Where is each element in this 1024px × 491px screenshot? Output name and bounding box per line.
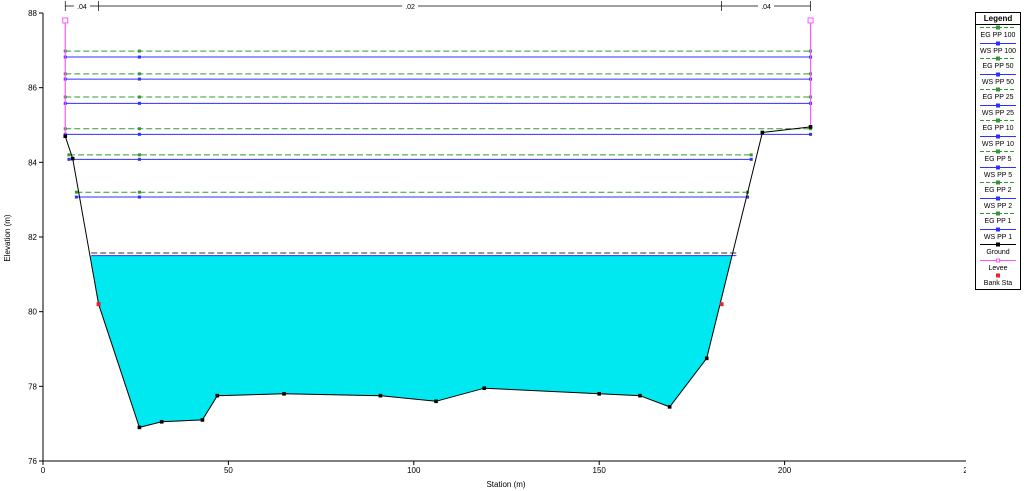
series-marker-eg-pp-5-0 [67,153,71,157]
legend-entry-eg-pp-2: EG PP 2 [976,180,1020,196]
ground-point-10 [482,386,487,390]
ground-point-9 [434,399,438,404]
y-tick-label-5: 86 [28,84,37,93]
x-tick-label-4: 200 [778,466,792,475]
ground-point-8 [378,393,383,398]
ground-point-16 [808,125,813,129]
legend-label-ws-pp-1: WS PP 1 [983,233,1013,241]
legend-entry-eg-pp-10: EG PP 10 [976,118,1020,134]
series-marker-ws-pp-5-2 [749,157,753,161]
x-tick-label-0: 0 [41,466,46,475]
ground-point-1 [70,156,75,161]
series-marker-eg-pp-50-1 [137,72,141,76]
bank-station-1 [719,302,724,307]
bank-station-0 [96,302,101,307]
ground-point-5 [200,418,205,422]
legend-label-eg-pp-25: EG PP 25 [982,94,1014,101]
ground-point-0 [63,134,68,138]
legend-title: Legend [976,13,1020,25]
series-marker-eg-pp-25-1 [137,95,141,99]
x-axis-title: Station (m) [486,480,525,489]
legend-entry-levee: Levee [976,258,1020,274]
series-marker-ws-pp-10-1 [137,132,141,136]
legend: Legend EG PP 100 WS PP 100 EG PP 50 WS PP 5… [975,12,1021,290]
legend-entry-ws-pp-100: WS PP 100 [976,41,1020,57]
y-tick-label-6: 88 [28,9,37,18]
legend-label-eg-pp-100: EG PP 100 [980,32,1016,39]
series-marker-ws-pp-25-1 [137,101,141,105]
ground-point-13 [667,405,672,409]
legend-label-eg-pp-2: EG PP 2 [984,187,1012,194]
series-marker-eg-pp-10-1 [137,127,141,131]
legend-entry-ws-pp-50: WS PP 50 [976,72,1020,88]
legend-label-eg-pp-10: EG PP 10 [982,125,1014,132]
legend-label-ws-pp-50: WS PP 50 [981,78,1015,86]
ground-point-3 [137,425,142,430]
cross-section-chart: .04 .02 .04 0 50 100 150 200 250 76 78 80 82 84 86 88 S… [3,1,966,489]
manning-n-label-2: .04 [761,4,771,11]
series-marker-ws-pp-2-1 [137,195,141,199]
legend-label-ws-pp-25: WS PP 25 [981,109,1015,117]
legend-label-ws-pp-2: WS PP 2 [983,202,1013,210]
series-marker-ws-pp-2-0 [74,195,78,199]
x-tick-label-2: 100 [407,466,421,475]
ground-point-11 [597,392,601,396]
legend-entry-ws-pp-25: WS PP 25 [976,103,1020,119]
y-tick-label-4: 84 [28,158,37,167]
water-fill [90,255,732,428]
ground-point-4 [159,420,164,424]
series-marker-eg-pp-5-2 [749,153,753,157]
y-tick-label-2: 80 [28,308,37,317]
y-tick-label-3: 82 [28,233,37,242]
legend-entry-bank-sta: Bank Sta [976,273,1020,289]
ground-point-14 [704,356,709,361]
series-marker-ws-pp-5-1 [137,157,141,161]
manning-n-label-0: .04 [77,4,87,11]
series-marker-ws-pp-5-0 [67,157,71,161]
ground-point-7 [282,392,286,396]
legend-entry-ws-pp-10: WS PP 10 [976,134,1020,150]
ground-point-6 [215,393,220,398]
series-marker-ws-pp-10-2 [809,132,813,136]
series-marker-eg-pp-2-0 [74,190,78,194]
x-tick-label-5: 250 [963,466,966,475]
legend-label-eg-pp-1: EG PP 1 [984,218,1012,225]
ground-point-15 [760,130,765,135]
series-marker-ws-pp-50-1 [137,77,141,81]
legend-label-eg-pp-5: EG PP 5 [984,156,1012,163]
legend-entry-eg-pp-100: EG PP 100 [976,25,1020,41]
levee-marker-1 [807,17,814,24]
legend-label-ws-pp-5: WS PP 5 [983,171,1013,179]
y-axis-title: Elevation (m) [3,214,12,261]
x-tick-label-1: 50 [224,466,233,475]
series-marker-eg-pp-5-1 [137,153,141,157]
legend-label-ground: Ground [986,249,1010,256]
y-tick-label-0: 76 [28,457,37,466]
series-marker-eg-pp-100-1 [137,49,141,53]
legend-label-ws-pp-100: WS PP 100 [979,47,1017,55]
legend-entry-eg-pp-50: EG PP 50 [976,56,1020,72]
legend-entry-ground: Ground [976,242,1020,258]
x-tick-label-3: 150 [593,466,607,475]
legend-label-ws-pp-10: WS PP 10 [981,140,1015,148]
legend-entries: EG PP 100 WS PP 100 EG PP 50 WS PP 50 EG PP … [976,25,1020,289]
series-marker-eg-pp-2-1 [137,190,141,194]
legend-entry-eg-pp-1: EG PP 1 [976,211,1020,227]
legend-entry-eg-pp-25: EG PP 25 [976,87,1020,103]
legend-entry-ws-pp-1: WS PP 1 [976,227,1020,243]
plot-area [62,17,814,430]
manning-n-label-1: .02 [405,4,415,11]
legend-entry-eg-pp-5: EG PP 5 [976,149,1020,165]
legend-label-eg-pp-50: EG PP 50 [982,63,1014,70]
ground-point-12 [638,393,642,398]
legend-label-bank-sta: Bank Sta [983,280,1013,287]
y-tick-label-1: 78 [28,382,37,391]
levee-marker-0 [62,17,69,24]
legend-entry-ws-pp-5: WS PP 5 [976,165,1020,181]
legend-entry-ws-pp-2: WS PP 2 [976,196,1020,212]
legend-label-levee: Levee [988,264,1008,272]
series-marker-ws-pp-100-1 [137,55,141,59]
